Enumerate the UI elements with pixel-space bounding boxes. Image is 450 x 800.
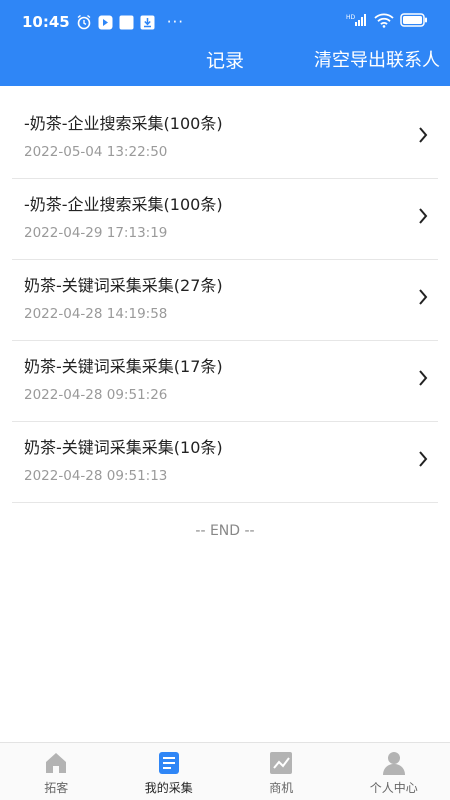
record-title: -奶茶-企业搜索采集(100条) (24, 195, 223, 214)
record-time: 2022-04-29 17:13:19 (24, 225, 168, 241)
app-header: 10:45 ··· HD 记录 清空导出联系人 (0, 0, 450, 86)
home-icon (43, 750, 69, 776)
record-time: 2022-04-28 14:19:58 (24, 306, 168, 322)
wifi-icon (374, 13, 394, 32)
person-icon (381, 750, 407, 776)
alarm-icon (76, 14, 92, 30)
square-notification-icon (119, 15, 134, 30)
tab-my-collection[interactable]: 我的采集 (113, 743, 226, 800)
record-item[interactable]: 奶茶-关键词采集采集(10条) 2022-04-28 09:51:13 (12, 422, 438, 503)
record-title: 奶茶-关键词采集采集(27条) (24, 276, 223, 295)
tab-profile[interactable]: 个人中心 (338, 743, 450, 800)
signal-icon: HD (346, 13, 368, 31)
record-item[interactable]: 奶茶-关键词采集采集(17条) 2022-04-28 09:51:26 (12, 341, 438, 422)
record-title: -奶茶-企业搜索采集(100条) (24, 114, 223, 133)
record-item[interactable]: 奶茶-关键词采集采集(27条) 2022-04-28 14:19:58 (12, 260, 438, 341)
chevron-right-icon (418, 288, 428, 310)
record-title: 奶茶-关键词采集采集(10条) (24, 438, 223, 457)
chart-icon (268, 750, 294, 776)
chevron-right-icon (418, 369, 428, 391)
clear-export-contacts-button[interactable]: 清空导出联系人 (314, 48, 440, 74)
record-title: 奶茶-关键词采集采集(17条) (24, 357, 223, 376)
chevron-right-icon (418, 450, 428, 472)
document-icon (156, 750, 182, 776)
svg-text:HD: HD (346, 14, 356, 21)
status-bar: 10:45 ··· HD (0, 0, 450, 44)
record-time: 2022-04-28 09:51:26 (24, 387, 168, 403)
chevron-right-icon (418, 207, 428, 229)
tab-label: 拓客 (44, 781, 69, 795)
record-time: 2022-04-28 09:51:13 (24, 468, 168, 484)
record-item[interactable]: -奶茶-企业搜索采集(100条) 2022-04-29 17:13:19 (12, 179, 438, 260)
tab-opportunities[interactable]: 商机 (225, 743, 338, 800)
record-item[interactable]: -奶茶-企业搜索采集(100条) 2022-05-04 13:22:50 (12, 98, 438, 179)
record-time: 2022-05-04 13:22:50 (24, 144, 168, 160)
bottom-tab-bar: 拓客 我的采集 商机 个人中心 (0, 742, 450, 800)
record-list: -奶茶-企业搜索采集(100条) 2022-05-04 13:22:50 -奶茶… (0, 98, 450, 503)
tab-label: 个人中心 (369, 781, 418, 795)
chevron-right-icon (418, 126, 428, 148)
list-end-marker: -- END -- (195, 523, 255, 539)
tab-label: 我的采集 (144, 781, 193, 795)
tab-tuoke[interactable]: 拓客 (0, 743, 113, 800)
battery-icon (400, 13, 428, 31)
tab-label: 商机 (269, 781, 294, 795)
app-notification-icon (98, 15, 113, 30)
status-time: 10:45 (22, 13, 70, 31)
more-notifications-icon: ··· (166, 13, 185, 31)
download-notification-icon (140, 15, 155, 30)
